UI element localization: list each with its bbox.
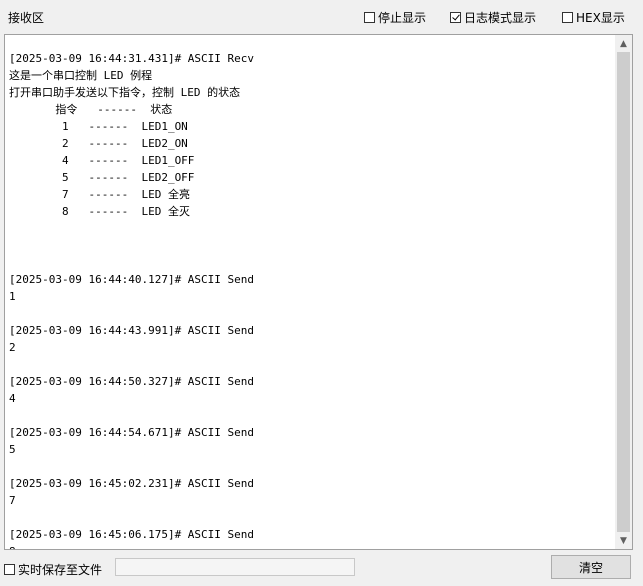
save-filepath-input[interactable] [115, 558, 355, 576]
receive-area-header: 接收区 停止显示 日志模式显示 HEX显示 [0, 0, 643, 34]
receive-area-title: 接收区 [8, 11, 45, 25]
log-line: 指令 ------ 状态 [9, 103, 173, 116]
stop-display-checkbox-box[interactable] [364, 12, 375, 23]
log-line: 8 [9, 543, 614, 549]
log-mode-label: 日志模式显示 [464, 11, 537, 25]
receive-area-footer: 实时保存至文件 清空 [0, 552, 643, 586]
log-line: 4 ------ LED1_OFF [9, 154, 195, 167]
clear-button[interactable]: 清空 [551, 555, 631, 579]
log-scrollbar[interactable]: ▲ ▼ [615, 35, 632, 549]
log-line: [2025-03-09 16:44:54.671]# ASCII Send [9, 426, 255, 439]
log-line: 2 ------ LED2_ON [9, 137, 188, 150]
scroll-up-arrow-icon[interactable]: ▲ [615, 35, 632, 52]
log-line: [2025-03-09 16:45:06.175]# ASCII Send [9, 528, 255, 541]
scroll-down-arrow-icon[interactable]: ▼ [615, 532, 632, 549]
log-line: [2025-03-09 16:44:40.127]# ASCII Send [9, 273, 255, 286]
scrollbar-thumb[interactable] [617, 52, 630, 532]
log-line: 这是一个串口控制 LED 例程 [9, 69, 153, 82]
hex-display-checkbox[interactable]: HEX显示 [562, 9, 625, 26]
log-line: 打开串口助手发送以下指令，控制 LED 的状态 [9, 86, 241, 99]
log-line: [2025-03-09 16:44:31.431]# ASCII Recv [9, 52, 255, 65]
hex-display-checkbox-box[interactable] [562, 12, 573, 23]
receive-log-area[interactable]: [2025-03-09 16:44:31.431]# ASCII Recv 这是一… [4, 34, 633, 550]
log-line: 7 [9, 494, 16, 507]
log-line: 2 [9, 341, 16, 354]
log-line: 7 ------ LED 全亮 [9, 188, 190, 201]
log-line: 1 [9, 290, 16, 303]
realtime-save-checkbox[interactable]: 实时保存至文件 [4, 561, 102, 578]
log-line: 1 ------ LED1_ON [9, 120, 188, 133]
realtime-save-label: 实时保存至文件 [18, 563, 103, 577]
receive-log-text: [2025-03-09 16:44:31.431]# ASCII Recv 这是一… [9, 50, 614, 549]
log-line: 4 [9, 392, 16, 405]
log-line: [2025-03-09 16:44:43.991]# ASCII Send [9, 324, 255, 337]
log-line: 5 [9, 443, 16, 456]
log-line: 5 ------ LED2_OFF [9, 171, 195, 184]
log-line: 8 ------ LED 全灭 [9, 205, 190, 218]
log-mode-checkbox-box[interactable] [450, 12, 461, 23]
realtime-save-checkbox-box[interactable] [4, 564, 15, 575]
log-line: [2025-03-09 16:44:50.327]# ASCII Send [9, 375, 255, 388]
hex-display-label: HEX显示 [576, 11, 625, 25]
log-mode-checkbox[interactable]: 日志模式显示 [450, 9, 536, 26]
stop-display-label: 停止显示 [378, 11, 427, 25]
stop-display-checkbox[interactable]: 停止显示 [364, 9, 426, 26]
log-line: [2025-03-09 16:45:02.231]# ASCII Send [9, 477, 255, 490]
